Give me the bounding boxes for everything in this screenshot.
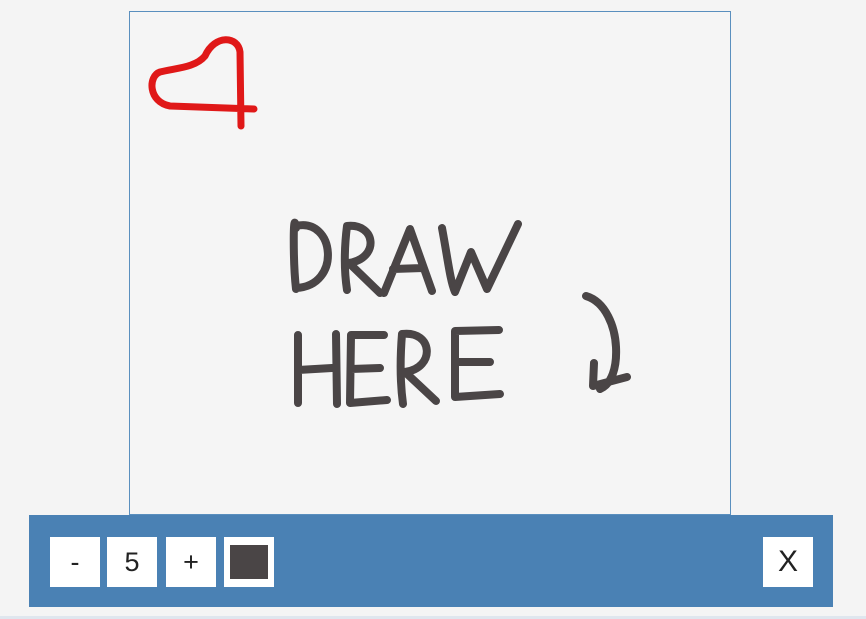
- doodle-text-draw: [289, 218, 522, 297]
- drawing-toolbar: - 5 + X: [29, 515, 833, 607]
- curved-arrow-doodle-icon: [582, 292, 631, 393]
- close-button[interactable]: X: [763, 537, 813, 587]
- decrease-brush-size-button[interactable]: -: [50, 537, 100, 587]
- doodle-text-here: [294, 326, 504, 408]
- increase-brush-size-button[interactable]: +: [166, 537, 216, 587]
- brush-size-value: 5: [107, 537, 157, 587]
- drawing-canvas[interactable]: [129, 11, 731, 515]
- color-picker-button[interactable]: [224, 537, 274, 587]
- current-color-swatch: [230, 545, 268, 579]
- drawing-layer: [148, 36, 631, 408]
- heart-doodle-icon: [148, 36, 258, 130]
